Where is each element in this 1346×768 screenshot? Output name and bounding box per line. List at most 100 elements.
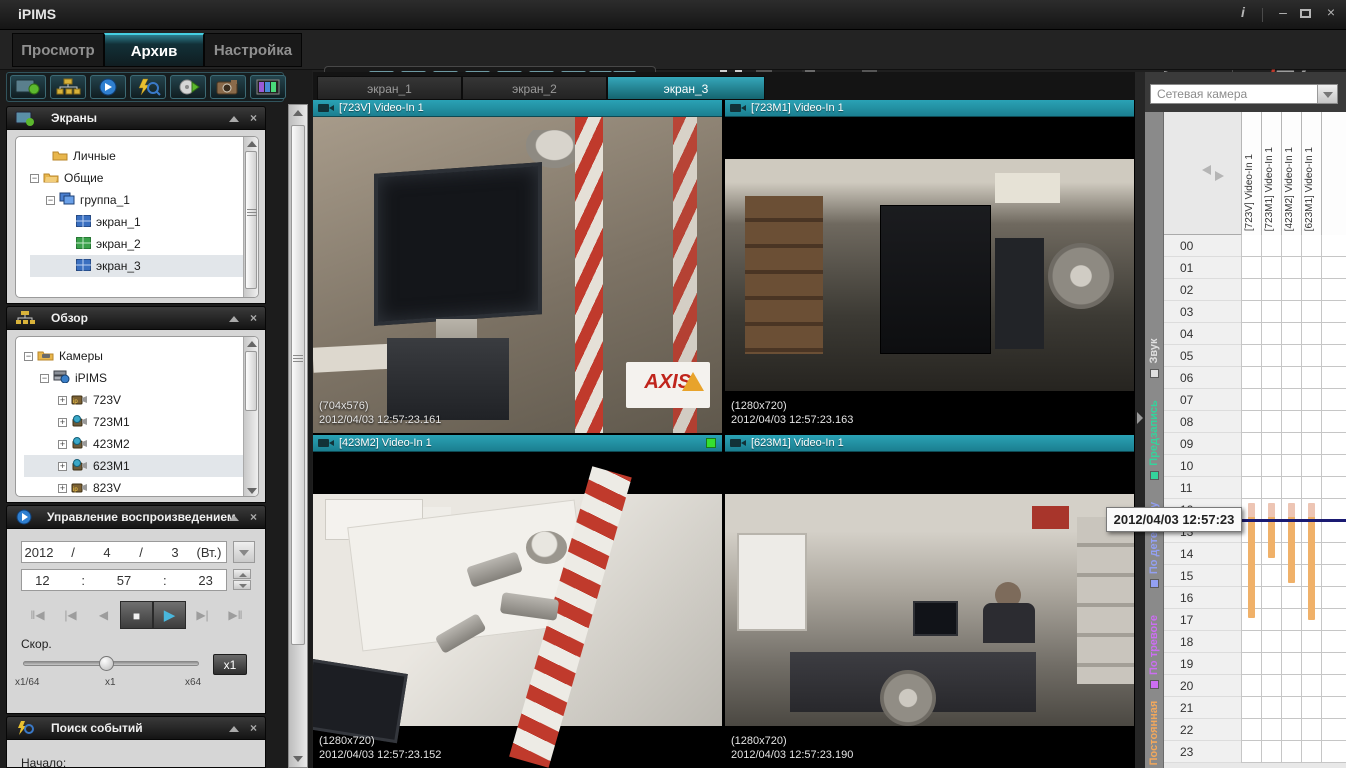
collapse-box-icon[interactable]: −: [24, 352, 33, 362]
expand-box-icon[interactable]: +: [58, 484, 67, 494]
video-timestamp: 2012/04/03 12:57:23.163: [731, 414, 854, 426]
close-icon[interactable]: ×: [250, 721, 257, 735]
video-cell-723m1[interactable]: [723M1] Video-In 1 (1280x720) 2012/04/03…: [725, 100, 1134, 433]
minimize-button[interactable]: –: [1272, 4, 1294, 20]
tree-item-server[interactable]: − iPIMS: [24, 367, 258, 389]
tree-item-cam-423m2[interactable]: +423M2: [24, 433, 258, 455]
date-field[interactable]: 2012/4/3 (Вт.): [21, 541, 227, 563]
expand-box-icon[interactable]: +: [58, 462, 67, 472]
expand-box-icon[interactable]: +: [58, 440, 67, 450]
screens-tree: Личные − Общие − группа_1 экран_1 экран_2 …: [15, 136, 259, 298]
camera-select-dropdown[interactable]: Сетевая камера: [1150, 84, 1338, 104]
tree-item-group1[interactable]: − группа_1: [30, 189, 258, 211]
network-tree-icon[interactable]: [50, 75, 86, 99]
playback-panel-body: 2012/4/3 (Вт.) 12:57:23 ‖◀ |◀ ◀ ■ ▶ ▶| ▶‖…: [6, 529, 266, 714]
screen-tab-3[interactable]: экран_3: [607, 76, 765, 100]
collapse-icon[interactable]: [229, 726, 239, 732]
video-cell-623m1[interactable]: [623M1] Video-In 1 (1280x720) 2012/04/03…: [725, 435, 1134, 768]
tree-item-screen2[interactable]: экран_2: [30, 233, 258, 255]
svg-text:ip: ip: [73, 487, 78, 493]
screen-tab-2[interactable]: экран_2: [462, 76, 607, 100]
tree-item-cam-823v[interactable]: + ip 823V: [24, 477, 258, 496]
export-disc-icon[interactable]: [170, 75, 206, 99]
jump-end-button[interactable]: ▶‖: [219, 601, 252, 629]
timeline-column-723m1: [723M1] Video-In 1: [1261, 112, 1281, 235]
collapse-box-icon[interactable]: −: [46, 196, 55, 206]
recording-bar[interactable]: [1288, 503, 1295, 583]
date-dropdown-button[interactable]: [233, 541, 255, 563]
hour-label: 03: [1164, 301, 1241, 323]
tree-scrollbar[interactable]: [243, 137, 258, 297]
current-time-cursor[interactable]: [1241, 519, 1346, 523]
jump-start-button[interactable]: ‖◀: [21, 601, 54, 629]
overview-panel-header[interactable]: Обзор ×: [6, 306, 266, 330]
playback-panel-icon: [15, 509, 35, 526]
collapse-icon[interactable]: [229, 116, 239, 122]
frame-back-button[interactable]: |◀: [54, 601, 87, 629]
camera-icon: [730, 103, 746, 114]
sidebar-scrollbar[interactable]: [288, 104, 308, 768]
tree-item-cameras[interactable]: − Камеры: [24, 345, 258, 367]
video-cell-header: [423M2] Video-In 1: [313, 435, 722, 452]
play-button[interactable]: ▶: [153, 601, 186, 629]
close-icon[interactable]: ×: [250, 510, 257, 524]
speed-value-button[interactable]: x1: [213, 654, 247, 675]
video-cell-723v[interactable]: [723V] Video-In 1 AXIS (704x576) 2012/04…: [313, 100, 722, 433]
time-spinner[interactable]: [233, 569, 251, 591]
user-monitor-icon[interactable]: [10, 75, 46, 99]
tree-item-cam-723m1[interactable]: +723M1: [24, 411, 258, 433]
close-icon[interactable]: ×: [250, 111, 257, 125]
tree-item-screen3[interactable]: экран_3: [30, 255, 258, 277]
screen-tab-1[interactable]: экран_1: [317, 76, 462, 100]
collapse-icon[interactable]: [229, 316, 239, 322]
maximize-button[interactable]: [1300, 9, 1311, 18]
tree-item-screen1[interactable]: экран_1: [30, 211, 258, 233]
video-frame[interactable]: (1280x720) 2012/04/03 12:57:23.152: [313, 452, 722, 768]
tab-view[interactable]: Просмотр: [12, 33, 104, 67]
playback-icon[interactable]: [90, 75, 126, 99]
tab-archive[interactable]: Архив: [104, 33, 204, 67]
expand-box-icon[interactable]: +: [58, 396, 67, 406]
refresh-icon[interactable]: [1202, 164, 1224, 182]
video-frame[interactable]: AXIS (704x576) 2012/04/03 12:57:23.161: [313, 117, 722, 433]
speed-slider-handle[interactable]: [99, 656, 114, 671]
collapse-icon[interactable]: [229, 515, 239, 521]
tree-item-personal[interactable]: Личные: [30, 145, 258, 167]
hour-label: 23: [1164, 741, 1241, 763]
timeline-grid[interactable]: 0001020304050607080910111213141516171819…: [1164, 235, 1346, 763]
screens-panel-body: Личные − Общие − группа_1 экран_1 экран_2 …: [6, 130, 266, 304]
display-bars-icon[interactable]: [250, 75, 286, 99]
screens-panel-title: Экраны: [51, 111, 98, 125]
screens-panel-header[interactable]: Экраны ×: [6, 106, 266, 130]
tree-item-cam-723v[interactable]: + ip 723V: [24, 389, 258, 411]
video-cell-423m2[interactable]: [423M2] Video-In 1 (1280x720) 2012/04/03…: [313, 435, 722, 768]
info-button[interactable]: i: [1232, 4, 1254, 20]
tree-item-cam-623m1[interactable]: +623M1: [24, 455, 258, 477]
close-button[interactable]: ×: [1320, 4, 1342, 20]
close-icon[interactable]: ×: [250, 311, 257, 325]
recording-bar[interactable]: [1268, 503, 1275, 559]
step-back-button[interactable]: ◀: [87, 601, 120, 629]
frame-forward-button[interactable]: ▶|: [186, 601, 219, 629]
time-field[interactable]: 12:57:23: [21, 569, 227, 591]
video-image: [725, 494, 1134, 726]
speed-label: Скор.: [21, 637, 52, 651]
expand-box-icon[interactable]: +: [58, 418, 67, 428]
tree-item-shared[interactable]: − Общие: [30, 167, 258, 189]
timeline[interactable]: [723V] Video-In 1 [723M1] Video-In 1 [42…: [1163, 112, 1346, 768]
collapse-box-icon[interactable]: −: [40, 374, 49, 384]
stop-button[interactable]: ■: [120, 601, 153, 629]
snapshot-camera-icon[interactable]: [210, 75, 246, 99]
playback-panel-header[interactable]: Управление воспроизведением ×: [6, 505, 266, 529]
tab-settings[interactable]: Настройка: [204, 33, 302, 67]
hour-label: 08: [1164, 411, 1241, 433]
video-frame[interactable]: (1280x720) 2012/04/03 12:57:23.163: [725, 117, 1134, 433]
collapse-box-icon[interactable]: −: [30, 174, 39, 184]
video-frame[interactable]: (1280x720) 2012/04/03 12:57:23.190: [725, 452, 1134, 768]
playback-panel-title: Управление воспроизведением: [47, 510, 236, 524]
chevron-down-icon[interactable]: [1317, 85, 1337, 103]
events-panel-header[interactable]: Поиск событий ×: [6, 716, 266, 740]
event-search-icon[interactable]: [130, 75, 166, 99]
collapse-right-panel-icon[interactable]: [1137, 412, 1143, 424]
tree-scrollbar[interactable]: [243, 337, 258, 496]
